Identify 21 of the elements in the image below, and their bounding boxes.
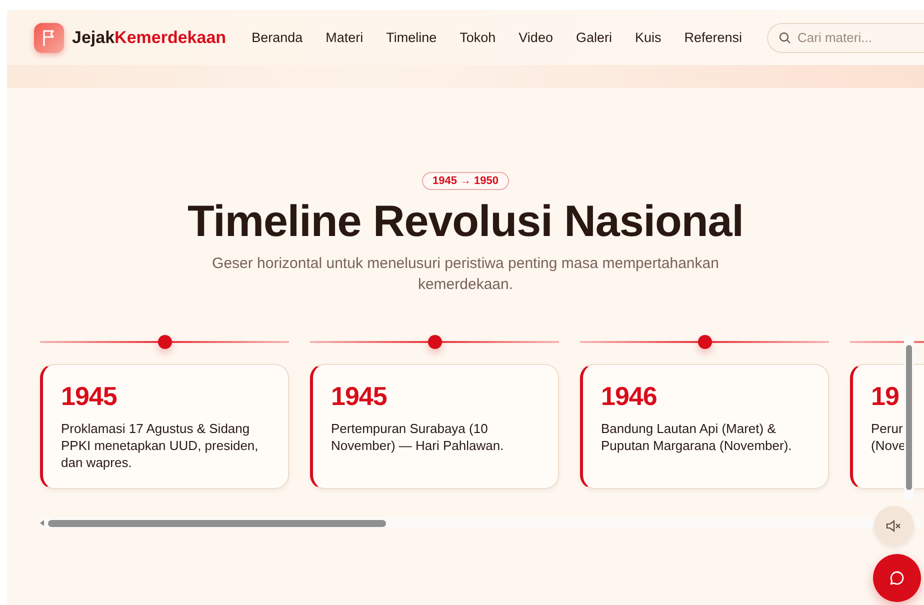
event-description: Pertempuran Surabaya (10 November) — Hari Pahlawan. bbox=[331, 420, 505, 454]
event-description: Proklamasi 17 Agustus & Sidang PPKI menetapkan UUD, presiden, dan wapres. bbox=[61, 420, 260, 471]
event-year: 1946 bbox=[601, 381, 658, 412]
event-description: Perur (Nove bbox=[871, 420, 907, 454]
nav-link[interactable]: Timeline bbox=[374, 30, 448, 45]
event-year: 19 bbox=[871, 381, 900, 412]
nav-link[interactable]: Referensi bbox=[672, 30, 754, 45]
nav-link[interactable]: Beranda bbox=[240, 30, 314, 45]
nav-link[interactable]: Tokoh bbox=[448, 30, 508, 45]
nav-link[interactable]: Video bbox=[507, 30, 564, 45]
brand-link[interactable]: JejakKemerdekaan bbox=[72, 28, 226, 48]
search-field[interactable]: Cari materi... bbox=[766, 22, 924, 52]
nav-link[interactable]: Materi bbox=[314, 30, 375, 45]
event-year: 1945 bbox=[61, 381, 118, 412]
event-description: Bandung Lautan Api (Maret) & Puputan Margarana (November). bbox=[601, 420, 793, 454]
section-title: Timeline Revolusi Nasional bbox=[188, 197, 744, 247]
year-range-badge: 1945 → 1950 bbox=[422, 172, 509, 190]
section-subtitle: Geser horizontal untuk menelusuri peristiwa penting masa mempertahankan kemerdekaan. bbox=[211, 254, 720, 295]
nav-link[interactable]: Kuis bbox=[623, 30, 673, 45]
nav-link[interactable]: Galeri bbox=[564, 30, 624, 45]
event-year: 1945 bbox=[331, 381, 388, 412]
